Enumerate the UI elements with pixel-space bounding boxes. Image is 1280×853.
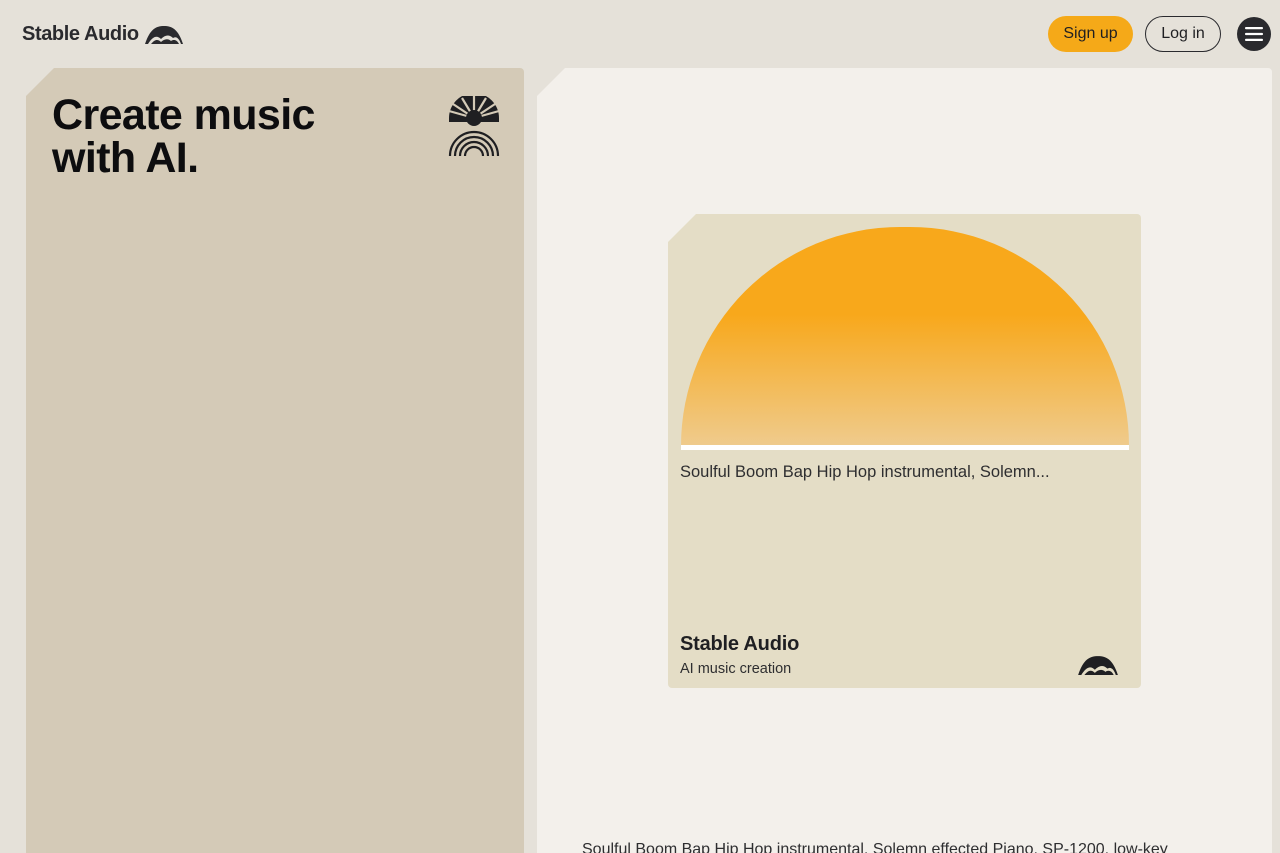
login-button[interactable]: Log in bbox=[1145, 16, 1221, 52]
horizon-line bbox=[681, 445, 1129, 450]
hero-title: Create music with AI. bbox=[52, 91, 315, 182]
showcase-panel: Soulful Boom Bap Hip Hop instrumental, S… bbox=[537, 68, 1272, 853]
track-card[interactable]: Soulful Boom Bap Hip Hop instrumental, S… bbox=[668, 214, 1141, 688]
track-prompt: Soulful Boom Bap Hip Hop instrumental, S… bbox=[680, 463, 1050, 481]
card-brand: Stable Audio bbox=[680, 633, 800, 655]
logo-link[interactable]: Stable Audio bbox=[22, 21, 184, 47]
full-prompt-text: Soulful Boom Bap Hip Hop instrumental, S… bbox=[582, 841, 1168, 853]
sun-artwork bbox=[681, 227, 1129, 446]
logo-text: Stable Audio bbox=[22, 22, 139, 45]
hamburger-menu-icon bbox=[1245, 27, 1263, 41]
signup-button[interactable]: Sign up bbox=[1048, 16, 1133, 52]
sunrise-rainbow-icon bbox=[448, 96, 500, 157]
header: Stable Audio Sign up Log in bbox=[0, 0, 1280, 68]
page: Stable Audio Sign up Log in Create music… bbox=[0, 0, 1280, 853]
hills-logo-icon bbox=[1078, 656, 1118, 675]
card-subtitle: AI music creation bbox=[680, 661, 792, 677]
menu-button[interactable] bbox=[1237, 17, 1271, 51]
hero-panel: Create music with AI. bbox=[26, 68, 524, 853]
hills-logo-icon bbox=[144, 26, 183, 44]
